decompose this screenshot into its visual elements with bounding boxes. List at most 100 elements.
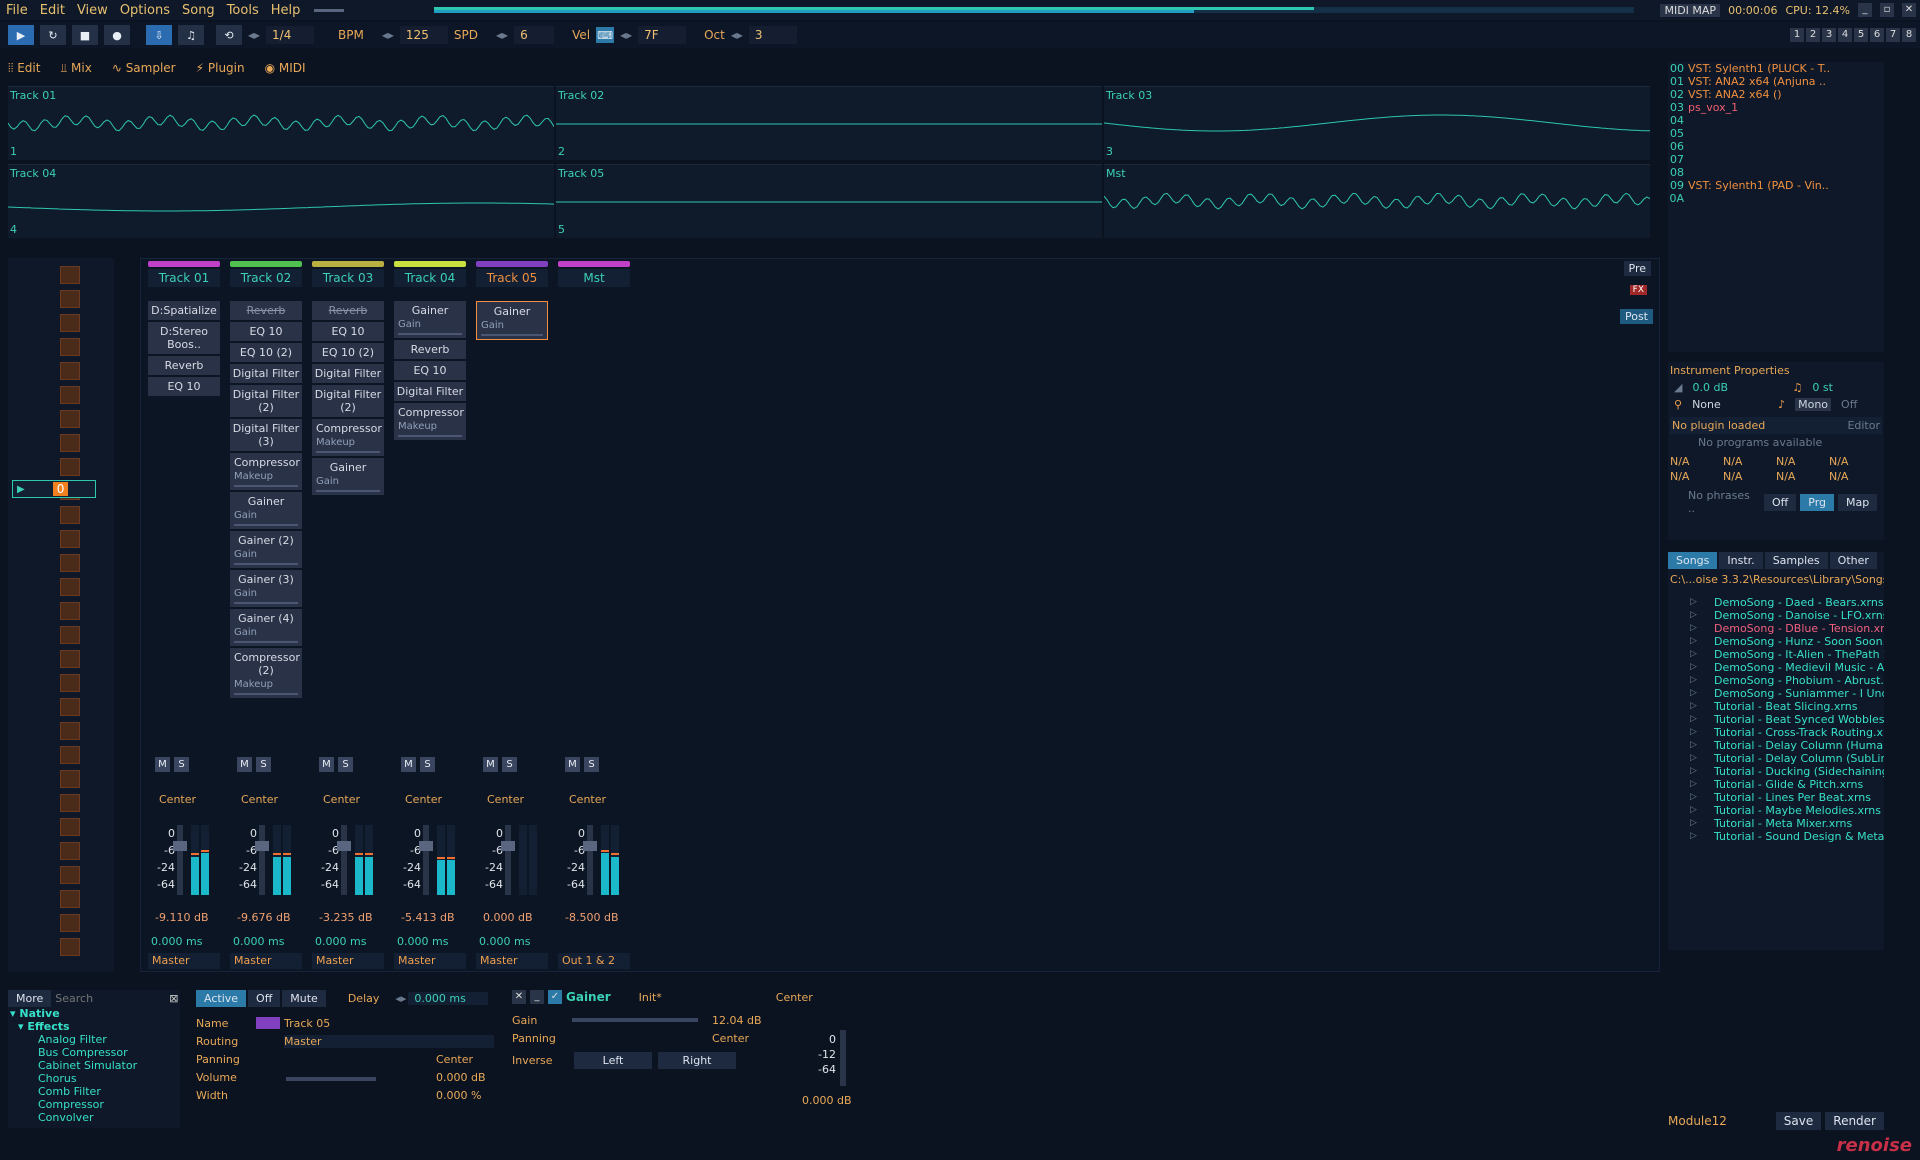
device-slot[interactable]: Reverb (148, 356, 220, 375)
instrument-row[interactable]: 03 ps_vox_1 (1668, 101, 1884, 114)
tree-native[interactable]: ▾ Native (8, 1007, 180, 1020)
file-item[interactable]: DemoSong - Daed - Bears.xrns (1668, 596, 1884, 609)
save-button[interactable]: Save (1775, 1112, 1822, 1130)
menu-tools[interactable]: Tools (221, 3, 265, 18)
inverse-left-button[interactable]: Left (574, 1052, 652, 1069)
device-slot[interactable]: Digital Filter (230, 364, 302, 383)
record-icon[interactable]: ● (104, 25, 130, 45)
device-slot[interactable]: Gainer Gain (230, 492, 302, 529)
sequence-slot[interactable] (60, 890, 80, 908)
output-routing[interactable]: Master (394, 953, 466, 969)
step-arrows-icon[interactable]: ◂▸ (248, 28, 260, 42)
fader-knob[interactable] (337, 841, 351, 851)
track-name[interactable]: Track 02 (230, 269, 302, 287)
menu-edit[interactable]: Edit (34, 3, 71, 18)
track-color-bar[interactable] (230, 261, 302, 267)
track-color-bar[interactable] (148, 261, 220, 267)
sequence-slot[interactable] (60, 410, 80, 428)
off-button[interactable]: Off (248, 990, 281, 1007)
plugin-select[interactable]: No plugin loaded Editor (1670, 417, 1882, 434)
device-param-slider[interactable] (234, 602, 298, 604)
oct-arrows-icon[interactable]: ◂▸ (731, 28, 743, 42)
fx-button[interactable]: FX (1629, 285, 1647, 295)
file-item[interactable]: Tutorial - Beat Synced Wobbles.. (1668, 713, 1884, 726)
mute-button[interactable]: M (565, 757, 580, 772)
file-item[interactable]: Tutorial - Meta Mixer.xrns (1668, 817, 1884, 830)
solo-button[interactable]: S (420, 757, 435, 772)
device-enabled-icon[interactable]: ✓ (548, 990, 562, 1004)
slot-button[interactable]: 7 (1886, 28, 1900, 42)
browser-path[interactable]: C:\...oise 3.3.2\Resources\Library\Songs… (1668, 569, 1884, 590)
dsp-device-item[interactable]: Compressor (8, 1098, 180, 1111)
device-slot[interactable]: Digital Filter (2) (312, 385, 384, 417)
sequence-slot[interactable] (60, 770, 80, 788)
slot-button[interactable]: 4 (1838, 28, 1852, 42)
tab-samples[interactable]: Samples (1764, 552, 1828, 569)
volume-fader[interactable] (337, 825, 351, 895)
volume-fader[interactable] (173, 825, 187, 895)
slot-button[interactable]: 5 (1854, 28, 1868, 42)
sequence-slot[interactable] (60, 746, 80, 764)
fader-knob[interactable] (419, 841, 433, 851)
device-slot[interactable]: D:Stereo Boos.. (148, 322, 220, 354)
track-name-field[interactable]: Track 05 (284, 1017, 330, 1030)
output-routing[interactable]: Master (476, 953, 548, 969)
stop-icon[interactable]: ■ (72, 25, 98, 45)
device-slot[interactable]: Gainer (4) Gain (230, 609, 302, 646)
block-loop-icon[interactable]: ⟲ (216, 25, 242, 45)
instrument-row[interactable]: 04 (1668, 114, 1884, 127)
sequence-slot[interactable] (60, 626, 80, 644)
sequence-slot[interactable] (60, 362, 80, 380)
vel-arrows-icon[interactable]: ◂▸ (620, 28, 632, 42)
file-item[interactable]: Tutorial - Delay Column (SubLine.. (1668, 752, 1884, 765)
solo-button[interactable]: S (256, 757, 271, 772)
macro-param-value[interactable]: N/A (1670, 455, 1723, 468)
sequence-slot[interactable] (60, 434, 80, 452)
sequence-slot[interactable] (60, 578, 80, 596)
sequence-slot[interactable] (60, 842, 80, 860)
instrument-row[interactable]: 06 (1668, 140, 1884, 153)
device-slot[interactable]: Reverb (230, 301, 302, 320)
sequence-slot[interactable] (60, 938, 80, 956)
file-item[interactable]: Tutorial - Glide & Pitch.xrns (1668, 778, 1884, 791)
sequence-slot[interactable] (60, 914, 80, 932)
play-pattern-icon[interactable]: ▶ (17, 484, 25, 495)
macro-param-value[interactable]: N/A (1723, 470, 1776, 483)
pan-value[interactable]: Center (487, 793, 524, 806)
midi-map-button[interactable]: MIDI MAP (1660, 3, 1721, 17)
volume-fader[interactable] (419, 825, 433, 895)
phrases-select[interactable]: No phrases .. (1670, 489, 1760, 515)
menu-song[interactable]: Song (176, 3, 221, 18)
menu-help[interactable]: Help (265, 3, 307, 18)
macro-param-value[interactable]: N/A (1829, 470, 1882, 483)
device-search-input[interactable] (55, 992, 166, 1005)
delay-arrows-icon[interactable]: ◂▸ (395, 992, 406, 1005)
instrument-row[interactable]: 02 VST: ANA2 x64 () (1668, 88, 1884, 101)
programs-select[interactable]: No programs available (1668, 434, 1884, 451)
output-routing[interactable]: Master (312, 953, 384, 969)
scope-panel[interactable]: Track 02 2 (556, 86, 1102, 160)
device-minimize-icon[interactable]: _ (530, 990, 544, 1004)
close-icon[interactable]: ✕ (1902, 3, 1916, 17)
scope-panel[interactable]: Track 04 4 (8, 164, 554, 238)
file-item[interactable]: Tutorial - Ducking (Sidechaining).. (1668, 765, 1884, 778)
track-name[interactable]: Track 01 (148, 269, 220, 287)
file-item[interactable]: Tutorial - Sound Design & Meta.. (1668, 830, 1884, 843)
track-color-bar[interactable] (558, 261, 630, 267)
instrument-row[interactable]: 09 VST: Sylenth1 (PAD - Vin.. (1668, 179, 1884, 192)
output-routing[interactable]: Master (230, 953, 302, 969)
phrase-prg-button[interactable]: Prg (1800, 493, 1835, 511)
phrase-off-button[interactable]: Off (1764, 493, 1797, 511)
metronome-icon[interactable]: ♫ (178, 25, 204, 45)
dsp-device-item[interactable]: Chorus (8, 1072, 180, 1085)
menu-options[interactable]: Options (114, 3, 176, 18)
device-slot[interactable]: Gainer (3) Gain (230, 570, 302, 607)
file-item[interactable]: DemoSong - Phobium - Abrust.x.. (1668, 674, 1884, 687)
device-slot[interactable]: Reverb (312, 301, 384, 320)
instrument-row[interactable]: 08 (1668, 166, 1884, 179)
track-name[interactable]: Track 04 (394, 269, 466, 287)
device-slot[interactable]: Digital Filter (2) (230, 385, 302, 417)
sequence-slot[interactable] (60, 554, 80, 572)
tab-edit[interactable]: ⦙⦙ Edit (8, 61, 40, 76)
slot-button[interactable]: 2 (1806, 28, 1820, 42)
